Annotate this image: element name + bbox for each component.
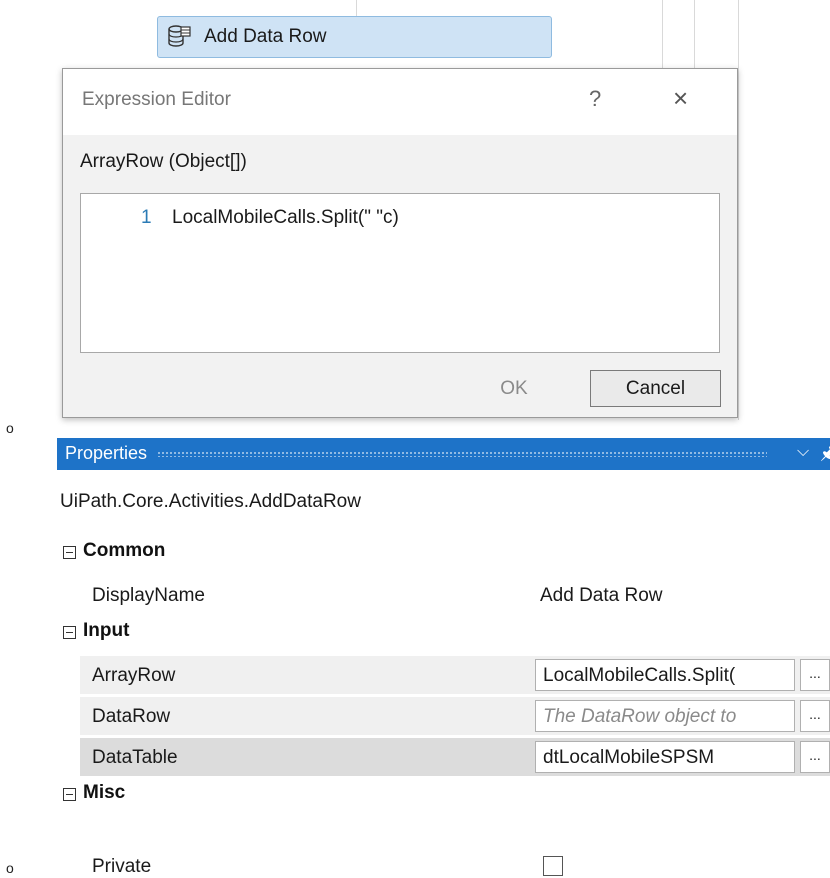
property-row-private[interactable]: Private [80, 826, 830, 877]
property-value[interactable]: Add Data Row [540, 585, 663, 607]
expression-code-editor[interactable]: 1 LocalMobileCalls.Split(" "c) [80, 193, 720, 353]
field-value: dtLocalMobileSPSM [543, 747, 715, 768]
arrayrow-value-field[interactable]: LocalMobileCalls.Split( [535, 659, 795, 691]
cancel-button[interactable]: Cancel [590, 370, 721, 407]
properties-panel-header: Properties ⌵ 🖈 [57, 438, 830, 470]
help-button[interactable]: ? [589, 86, 601, 112]
private-checkbox[interactable] [543, 856, 563, 876]
category-common[interactable]: Common [57, 540, 830, 570]
collapse-icon[interactable] [63, 546, 76, 559]
collapse-icon[interactable] [63, 626, 76, 639]
line-number: 1 [141, 207, 152, 228]
property-row-arrayrow[interactable]: ArrayRow LocalMobileCalls.Split( ... [80, 656, 830, 694]
chevron-down-icon[interactable]: ⌵ [797, 443, 809, 461]
designer-border-line [662, 0, 663, 68]
field-value: LocalMobileCalls.Split( [543, 665, 736, 686]
ellipsis-button[interactable]: ... [800, 659, 830, 691]
properties-title: Properties [65, 443, 148, 463]
category-label: Input [83, 620, 130, 641]
designer-border-line [694, 0, 695, 68]
property-name: Private [92, 856, 152, 877]
dialog-titlebar: Expression Editor ? × [63, 69, 737, 135]
property-row-datatable[interactable]: DataTable dtLocalMobileSPSM ... [80, 738, 830, 776]
argument-label: ArrayRow (Object[]) [80, 151, 247, 172]
property-name: DataTable [92, 747, 178, 768]
dialog-title: Expression Editor [82, 89, 231, 110]
activity-label: Add Data Row [204, 26, 327, 47]
category-label: Common [83, 540, 166, 561]
field-placeholder: The DataRow object to [543, 706, 737, 727]
ellipsis-button[interactable]: ... [800, 741, 830, 773]
category-misc[interactable]: Misc [57, 782, 830, 812]
expression-code[interactable]: LocalMobileCalls.Split(" "c) [172, 207, 399, 229]
ok-button[interactable]: OK [446, 370, 582, 407]
property-row-displayname[interactable]: DisplayName Add Data Row [80, 576, 830, 614]
collapse-icon[interactable] [63, 788, 76, 801]
property-name: DisplayName [92, 585, 205, 606]
data-row-icon [168, 25, 191, 47]
designer-connector-line [356, 0, 357, 16]
property-name: DataRow [92, 706, 171, 727]
datarow-value-field[interactable]: The DataRow object to [535, 700, 795, 732]
expression-editor-dialog: Expression Editor ? × ArrayRow (Object[]… [62, 68, 738, 418]
list-bullet: o [6, 420, 14, 436]
close-icon[interactable]: × [673, 83, 688, 114]
list-bullet: o [6, 860, 14, 876]
add-data-row-activity[interactable]: Add Data Row [157, 16, 552, 58]
designer-border-line [738, 0, 739, 420]
category-input[interactable]: Input [57, 620, 830, 650]
activity-class-name: UiPath.Core.Activities.AddDataRow [60, 491, 361, 512]
ellipsis-button[interactable]: ... [800, 700, 830, 732]
property-row-datarow[interactable]: DataRow The DataRow object to ... [80, 697, 830, 735]
pin-icon[interactable]: 🖈 [820, 441, 830, 471]
datatable-value-field[interactable]: dtLocalMobileSPSM [535, 741, 795, 773]
property-name: ArrayRow [92, 665, 176, 686]
header-grip [157, 451, 767, 457]
category-label: Misc [83, 782, 126, 803]
